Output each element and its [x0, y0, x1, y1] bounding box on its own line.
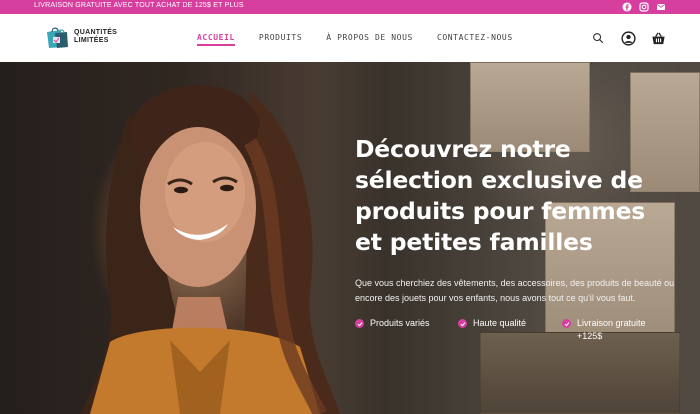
mail-icon[interactable] [656, 2, 666, 12]
nav-item-a-propos[interactable]: À PROPOS DE NOUS [326, 33, 413, 42]
header-icons [590, 30, 666, 46]
hero-banner: Découvrez notre sélection exclusive de p… [0, 62, 700, 414]
search-icon[interactable] [590, 30, 606, 46]
hero-content: Découvrez notre sélection exclusive de p… [355, 134, 675, 306]
feature-label: Livraison gratuite +125$ [577, 318, 646, 341]
main-nav: ACCUEIL PRODUITS À PROPOS DE NOUS CONTAC… [195, 33, 513, 46]
logo-text: QUANTITÉS LIMITÉES [74, 29, 117, 45]
nav-item-accueil[interactable]: ACCUEIL [197, 33, 235, 46]
feature-label: Haute qualité [473, 318, 527, 328]
feature-item: Haute qualité [458, 317, 526, 330]
logo-bag-icon [44, 24, 70, 50]
background-box [480, 332, 680, 414]
account-icon[interactable] [620, 30, 636, 46]
site-header: QUANTITÉS LIMITÉES ACCUEIL PRODUITS À PR… [0, 14, 700, 62]
feature-item: Livraison gratuite +125$ [562, 317, 662, 343]
cart-icon[interactable] [650, 30, 666, 46]
hero-woman-image [80, 84, 340, 414]
promo-text: LIVRAISON GRATUITE AVEC TOUT ACHAT DE 12… [34, 2, 244, 9]
feature-item: Produits variés [355, 317, 430, 330]
hero-title: Découvrez notre sélection exclusive de p… [355, 135, 646, 256]
instagram-icon[interactable] [639, 2, 649, 12]
check-icon [562, 319, 571, 328]
logo-line-1: QUANTITÉS [74, 29, 118, 36]
logo[interactable]: QUANTITÉS LIMITÉES [44, 24, 117, 50]
feature-label: Produits variés [370, 318, 430, 328]
nav-item-produits[interactable]: PRODUITS [259, 33, 302, 42]
check-icon [458, 319, 467, 328]
logo-line-2: LIMITÉES [74, 37, 109, 44]
facebook-icon[interactable] [622, 2, 632, 12]
check-icon [355, 319, 364, 328]
promo-bar: LIVRAISON GRATUITE AVEC TOUT ACHAT DE 12… [0, 0, 700, 14]
hero-subtitle: Que vous cherchiez des vêtements, des ac… [355, 278, 675, 303]
nav-item-contact[interactable]: CONTACTEZ-NOUS [437, 33, 513, 42]
social-links [622, 2, 666, 12]
